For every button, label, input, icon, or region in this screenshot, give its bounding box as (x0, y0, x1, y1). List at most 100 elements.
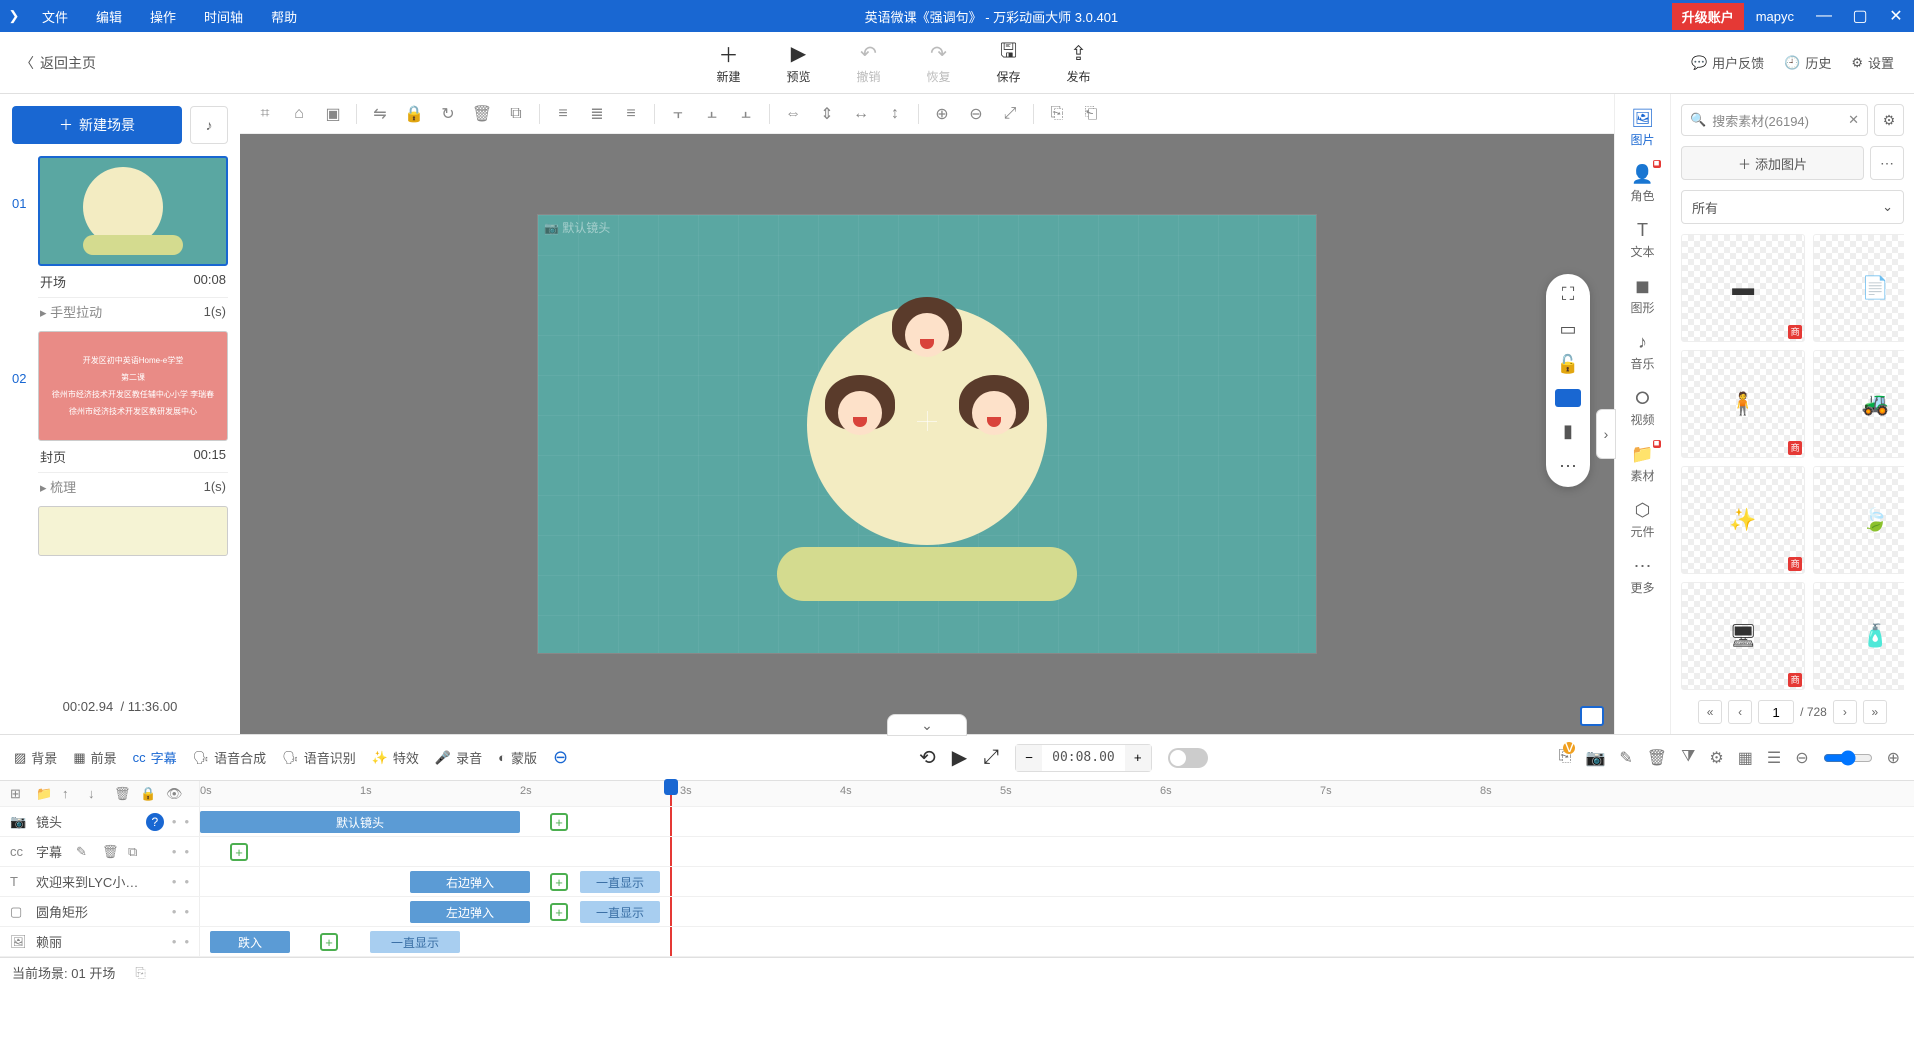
scene-01[interactable]: 01开场00:08▸ 手型拉动1(s) (12, 156, 228, 325)
trash-sub-icon[interactable]: 🗑 (102, 844, 120, 860)
header-设置[interactable]: ⚙设置 (1851, 53, 1894, 72)
zoom-in-icon[interactable]: ⊕ (927, 99, 957, 129)
settings-tl-icon[interactable]: ⚙ (1709, 748, 1723, 768)
asset-tile-10[interactable]: 🧴商 (1813, 582, 1904, 690)
tab-图片[interactable]: 🖼图片 (1619, 102, 1667, 154)
fit-icon[interactable]: ⤢ (995, 99, 1025, 129)
up-icon[interactable]: ↑ (62, 786, 80, 801)
more-float-icon[interactable]: ⋯ (1559, 456, 1577, 477)
page-input[interactable] (1758, 700, 1794, 724)
scene-sound-button[interactable]: ♪ (190, 106, 228, 144)
spacing-h-icon[interactable]: ↔ (846, 99, 876, 129)
panel-handle[interactable]: ⌄ (887, 714, 967, 736)
add-keyframe[interactable]: + (230, 843, 248, 861)
toolbar-发布[interactable]: ⇪发布 (1043, 40, 1113, 85)
tlmode-录音[interactable]: 🎤录音 (435, 748, 482, 767)
back-home[interactable]: 〈 返回主页 (0, 53, 116, 73)
more-options-button[interactable]: ⋯ (1870, 146, 1904, 180)
reset-icon[interactable]: ↻ (433, 99, 463, 129)
camera-clip[interactable]: 默认镜头 (200, 811, 520, 833)
dup-icon[interactable]: ⧉ (128, 844, 146, 860)
toolbar-新建[interactable]: ＋新建 (693, 40, 763, 85)
header-用户反馈[interactable]: 💬用户反馈 (1691, 53, 1764, 72)
maximize-button[interactable]: ▢ (1842, 6, 1878, 26)
down-icon[interactable]: ↓ (88, 786, 106, 801)
track-image[interactable]: 🖼 赖丽 •• (0, 927, 200, 956)
clear-search-icon[interactable]: ✕ (1848, 112, 1859, 128)
lock-icon[interactable]: 🔒 (399, 99, 429, 129)
snap-toggle[interactable] (1168, 748, 1208, 768)
tab-图形[interactable]: ◼图形 (1619, 270, 1667, 322)
tlmode-字幕[interactable]: cc字幕 (133, 748, 177, 767)
tlmode-蒙版[interactable]: ◐蒙版 (498, 748, 537, 767)
zoom-slider[interactable] (1823, 748, 1873, 768)
page-prev[interactable]: ‹ (1728, 700, 1752, 724)
duplicate-icon[interactable]: ⧉ (501, 99, 531, 129)
new-scene-button[interactable]: ＋ 新建场景 (12, 106, 182, 144)
edit-icon[interactable]: ✎ (76, 844, 94, 860)
tab-文本[interactable]: T文本 (1619, 214, 1667, 266)
asset-tile-7[interactable]: 🍃商 (1813, 466, 1904, 574)
tab-更多[interactable]: ⋯更多 (1619, 550, 1667, 602)
search-input[interactable]: 🔍 搜索素材(26194) ✕ (1681, 104, 1868, 136)
minimize-button[interactable]: — (1806, 7, 1842, 25)
zoom-out-tl-icon[interactable]: ⊖ (1795, 748, 1808, 768)
layer-icon[interactable]: ▭ (1559, 319, 1576, 340)
align-right-icon[interactable]: ≡ (616, 99, 646, 129)
align-top-icon[interactable]: ⫟ (663, 99, 693, 129)
stage[interactable]: 📷 默认镜头 (537, 214, 1317, 654)
page-first[interactable]: « (1698, 700, 1722, 724)
paste-icon[interactable]: ⎗ (1076, 99, 1106, 129)
scene-02[interactable]: 02开发区初中英语Home-e学堂第二课徐州市经济技术开发区教任辅中心小学 李瑞… (12, 331, 228, 500)
asset-tile-1[interactable]: 📄商 (1813, 234, 1904, 342)
page-next[interactable]: › (1833, 700, 1857, 724)
tab-音乐[interactable]: ♪音乐 (1619, 326, 1667, 378)
menu-edit[interactable]: 编辑 (82, 7, 136, 26)
copy-icon[interactable]: ⎘ (1042, 99, 1072, 129)
menu-help[interactable]: 帮助 (257, 7, 311, 26)
menu-action[interactable]: 操作 (136, 7, 190, 26)
upgrade-button[interactable]: 升级账户 (1672, 3, 1744, 30)
align-middle-icon[interactable]: ⫠ (697, 99, 727, 129)
dist-h-icon[interactable]: ⇔ (778, 99, 808, 129)
track-subtitle[interactable]: cc 字幕 ✎ 🗑 ⧉ •• (0, 837, 200, 866)
asset-tile-3[interactable]: 🧍商 (1681, 350, 1805, 458)
fullscreen-icon[interactable]: ⛶ (1562, 284, 1575, 305)
shape-enter-clip[interactable]: 左边弹入 (410, 901, 530, 923)
crop-icon[interactable]: ⌗ (250, 99, 280, 129)
add-keyframe[interactable]: + (550, 873, 568, 891)
zoom-in-tl-icon[interactable]: ⊕ (1887, 748, 1900, 768)
expand-button[interactable]: ⤢ (983, 746, 999, 769)
minimap-icon[interactable] (1580, 706, 1604, 726)
tlmode-语音合成[interactable]: 🗣语音合成 (193, 748, 267, 767)
play-button[interactable]: ▶ (952, 745, 967, 770)
menu-timeline[interactable]: 时间轴 (190, 7, 257, 26)
bring-front-icon[interactable]: ▣ (318, 99, 348, 129)
folder-icon[interactable]: 📁 (36, 786, 54, 802)
collapse-right-icon[interactable]: › (1596, 409, 1616, 459)
filter-button[interactable]: ⚙ (1874, 104, 1904, 136)
close-button[interactable]: ✕ (1878, 6, 1914, 26)
rounded-rect-shape[interactable] (777, 547, 1077, 601)
rewind-button[interactable]: ⟲ (919, 745, 936, 770)
add-keyframe[interactable]: + (550, 903, 568, 921)
track-camera[interactable]: 📷 镜头 ? •• (0, 807, 200, 836)
tab-素材[interactable]: 📁素材◼ (1619, 438, 1667, 490)
tab-元件[interactable]: ⬡元件 (1619, 494, 1667, 546)
track-text[interactable]: T 欢迎来到LYC小课堂 •• (0, 867, 200, 896)
funnel-icon[interactable]: ⧩ (1681, 748, 1695, 768)
img-stay-clip[interactable]: 一直显示 (370, 931, 460, 953)
eye-icon[interactable]: 👁 (166, 786, 184, 802)
img-enter-clip[interactable]: 跌入 (210, 931, 290, 953)
delete-icon[interactable]: 🗑 (467, 99, 497, 129)
flip-h-icon[interactable]: ⇋ (365, 99, 395, 129)
align-center-icon[interactable]: ≣ (582, 99, 612, 129)
keyframe-icon[interactable]: ⎘V (1559, 748, 1572, 768)
edit-track-icon[interactable]: ✎ (1619, 748, 1632, 768)
time-plus[interactable]: + (1125, 745, 1151, 771)
tlmode-特效[interactable]: ✨特效 (372, 748, 419, 767)
tlmode-背景[interactable]: ▨背景 (14, 748, 57, 767)
spacing-v-icon[interactable]: ↕ (880, 99, 910, 129)
asset-tile-9[interactable]: 🖥商 (1681, 582, 1805, 690)
add-track-icon[interactable]: ⊞ (10, 786, 28, 802)
